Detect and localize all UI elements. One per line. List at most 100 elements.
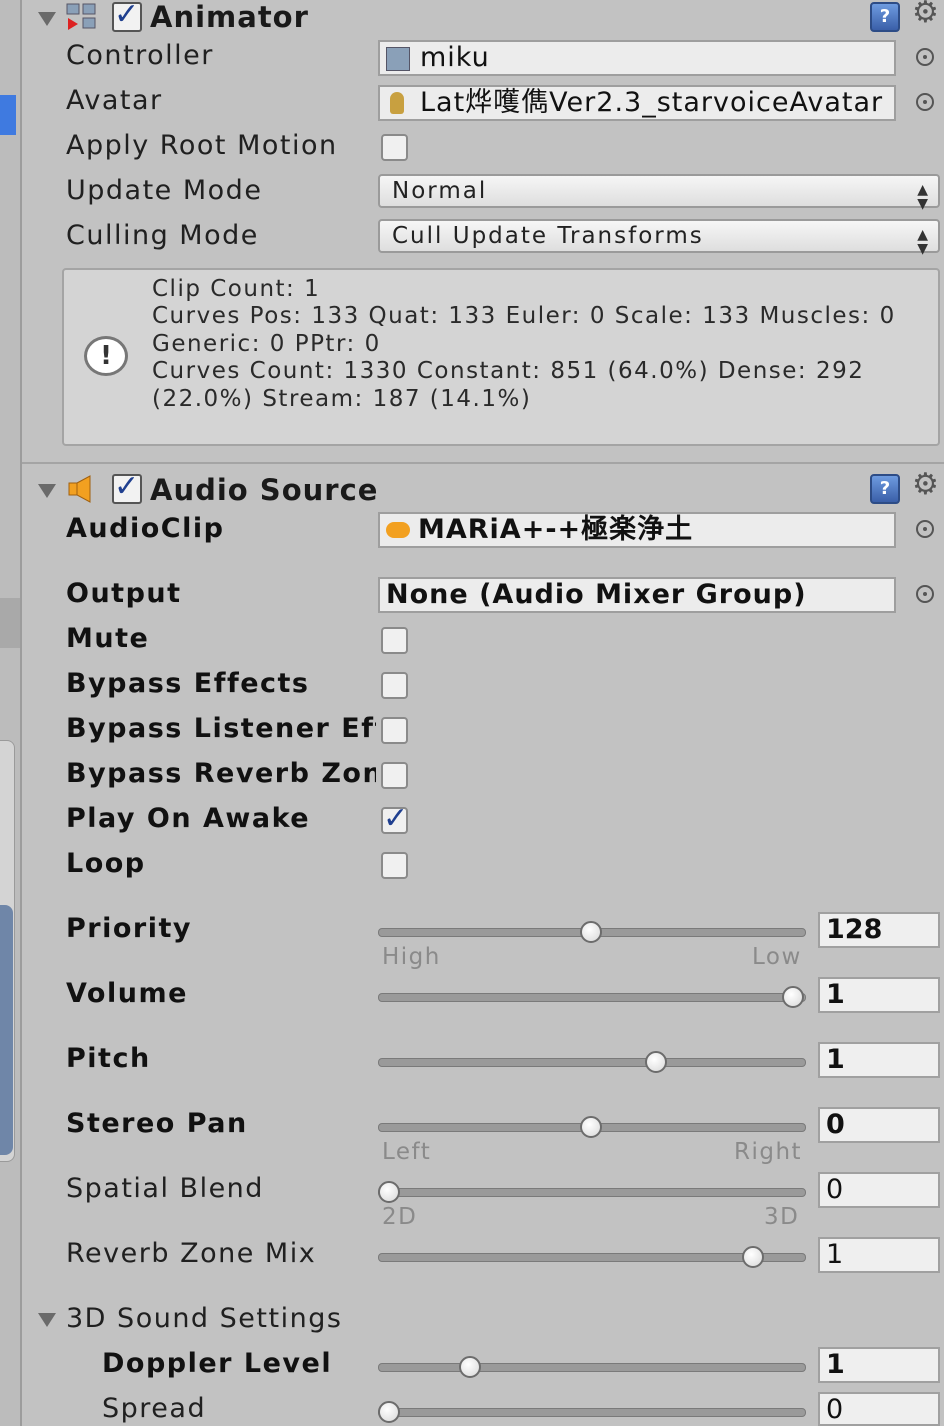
pitch-label: Pitch	[66, 1043, 151, 1074]
info-line: (22.0%) Stream: 187 (14.1%)	[152, 386, 532, 412]
update-mode-dropdown[interactable]: Normal ▲ ▼	[378, 174, 940, 212]
info-line: Clip Count: 1	[152, 276, 321, 302]
priority-slider-thumb[interactable]	[580, 921, 602, 943]
component-separator	[22, 462, 944, 464]
doppler-level-value-field[interactable]: 1	[818, 1347, 940, 1383]
priority-min-label: High	[382, 944, 441, 970]
pitch-slider-track[interactable]	[378, 1058, 806, 1067]
info-exclamation-icon: !	[84, 336, 128, 376]
sound-3d-settings-label[interactable]: 3D Sound Settings	[66, 1303, 466, 1334]
spread-slider-track[interactable]	[378, 1408, 806, 1417]
mute-checkbox[interactable]	[381, 627, 408, 654]
play-on-awake-checkmark-icon: ✓	[383, 801, 409, 836]
controller-value: miku	[420, 42, 490, 73]
animator-title: Animator	[150, 0, 309, 34]
avatar-field[interactable]: Lat烨嚄儁Ver2.3_starvoiceAvatar	[378, 85, 896, 121]
culling-mode-value: Cull Update Transforms	[392, 223, 704, 249]
spatial-blend-label: Spatial Blend	[66, 1173, 264, 1204]
audioclip-field[interactable]: MARiA+-+極楽浄土	[378, 512, 896, 548]
audioclip-icon	[386, 522, 410, 538]
selected-item-highlight	[0, 95, 16, 135]
output-label: Output	[66, 578, 182, 609]
audio-source-settings-gear-icon[interactable]: ⚙	[912, 470, 939, 500]
reverb-zone-mix-slider-thumb[interactable]	[741, 1246, 764, 1268]
audioclip-target-icon[interactable]	[916, 520, 934, 538]
animator-help-icon[interactable]: ?	[870, 2, 900, 32]
pitch-slider-thumb[interactable]	[644, 1051, 667, 1073]
audio-source-title: Audio Source	[150, 473, 379, 507]
animator-foldout-icon[interactable]	[38, 12, 56, 26]
stereo-pan-value-field[interactable]: 0	[818, 1107, 940, 1143]
animator-enabled-checkmark-icon: ✓	[114, 0, 140, 32]
info-line: Curves Count: 1330 Constant: 851 (64.0%)…	[152, 358, 865, 384]
spread-slider-thumb[interactable]	[378, 1401, 400, 1423]
mute-label: Mute	[66, 623, 150, 654]
spatial-blend-max-label: 3D	[764, 1204, 800, 1230]
spatial-blend-min-label: 2D	[382, 1204, 418, 1230]
culling-mode-label: Culling Mode	[66, 220, 259, 251]
inspector-panel: ✓ Animator ? ⚙ Controller miku Avatar La…	[22, 0, 944, 1426]
reverb-zone-mix-label: Reverb Zone Mix	[66, 1238, 317, 1269]
avatar-value: Lat烨嚄儁Ver2.3_starvoiceAvatar	[420, 87, 884, 118]
animator-component-icon	[66, 2, 100, 32]
bypass-reverb-zones-checkbox[interactable]	[381, 762, 408, 789]
volume-slider-thumb[interactable]	[782, 986, 804, 1008]
volume-value-field[interactable]: 1	[818, 977, 940, 1013]
volume-slider-track[interactable]	[378, 993, 806, 1002]
bypass-reverb-zones-label: Bypass Reverb Zon	[66, 758, 376, 789]
output-value: None (Audio Mixer Group)	[386, 579, 807, 610]
audio-source-enabled-checkmark-icon: ✓	[114, 469, 140, 504]
controller-target-icon[interactable]	[916, 48, 934, 66]
info-line: Generic: 0 PPtr: 0	[152, 331, 381, 357]
doppler-level-slider-track[interactable]	[378, 1363, 806, 1372]
doppler-level-slider-thumb[interactable]	[458, 1356, 481, 1378]
volume-label: Volume	[66, 978, 188, 1009]
panel-splitter[interactable]	[0, 598, 22, 648]
info-line: Curves Pos: 133 Quat: 133 Euler: 0 Scale…	[152, 303, 896, 329]
apply-root-motion-checkbox[interactable]	[381, 134, 408, 161]
doppler-level-label: Doppler Level	[102, 1348, 333, 1379]
avatar-icon	[390, 92, 404, 114]
stereo-pan-max-label: Right	[734, 1139, 803, 1165]
dropdown-arrows-icon: ▲ ▼	[917, 227, 930, 257]
reverb-zone-mix-value-field[interactable]: 1	[818, 1237, 940, 1273]
apply-root-motion-label: Apply Root Motion	[66, 130, 338, 161]
audioclip-label: AudioClip	[66, 513, 225, 544]
bypass-listener-effects-label: Bypass Listener Eff	[66, 713, 376, 744]
spatial-blend-slider-thumb[interactable]	[378, 1181, 400, 1203]
avatar-target-icon[interactable]	[916, 93, 934, 111]
loop-checkbox[interactable]	[381, 852, 408, 879]
audio-source-foldout-icon[interactable]	[38, 484, 56, 498]
pitch-value-field[interactable]: 1	[818, 1042, 940, 1078]
spatial-blend-slider-track[interactable]	[378, 1188, 806, 1197]
output-target-icon[interactable]	[916, 585, 934, 603]
bypass-effects-label: Bypass Effects	[66, 668, 310, 699]
audio-source-help-icon[interactable]: ?	[870, 474, 900, 504]
loop-label: Loop	[66, 848, 146, 879]
stereo-pan-min-label: Left	[382, 1139, 432, 1165]
spatial-blend-value-field[interactable]: 0	[818, 1172, 940, 1208]
sound-3d-foldout-icon[interactable]	[38, 1313, 56, 1327]
animator-settings-gear-icon[interactable]: ⚙	[912, 0, 939, 28]
controller-label: Controller	[66, 40, 214, 71]
bypass-listener-effects-checkbox[interactable]	[381, 717, 408, 744]
output-field[interactable]: None (Audio Mixer Group)	[378, 577, 896, 613]
animator-controller-icon	[386, 47, 410, 71]
avatar-label: Avatar	[66, 85, 163, 116]
bypass-effects-checkbox[interactable]	[381, 672, 408, 699]
update-mode-label: Update Mode	[66, 175, 263, 206]
audioclip-value: MARiA+-+極楽浄土	[418, 514, 694, 545]
play-on-awake-label: Play On Awake	[66, 803, 311, 834]
scrollbar-thumb[interactable]	[0, 905, 13, 1155]
priority-max-label: Low	[752, 944, 802, 970]
culling-mode-dropdown[interactable]: Cull Update Transforms ▲ ▼	[378, 219, 940, 257]
left-panel-edge	[0, 0, 22, 1426]
priority-label: Priority	[66, 913, 192, 944]
update-mode-value: Normal	[392, 178, 488, 204]
stereo-pan-slider-thumb[interactable]	[580, 1116, 602, 1138]
dropdown-arrows-icon: ▲ ▼	[917, 182, 930, 212]
priority-value-field[interactable]: 128	[818, 912, 940, 948]
spread-value-field[interactable]: 0	[818, 1392, 940, 1426]
controller-field[interactable]: miku	[378, 40, 896, 76]
stereo-pan-label: Stereo Pan	[66, 1108, 248, 1139]
